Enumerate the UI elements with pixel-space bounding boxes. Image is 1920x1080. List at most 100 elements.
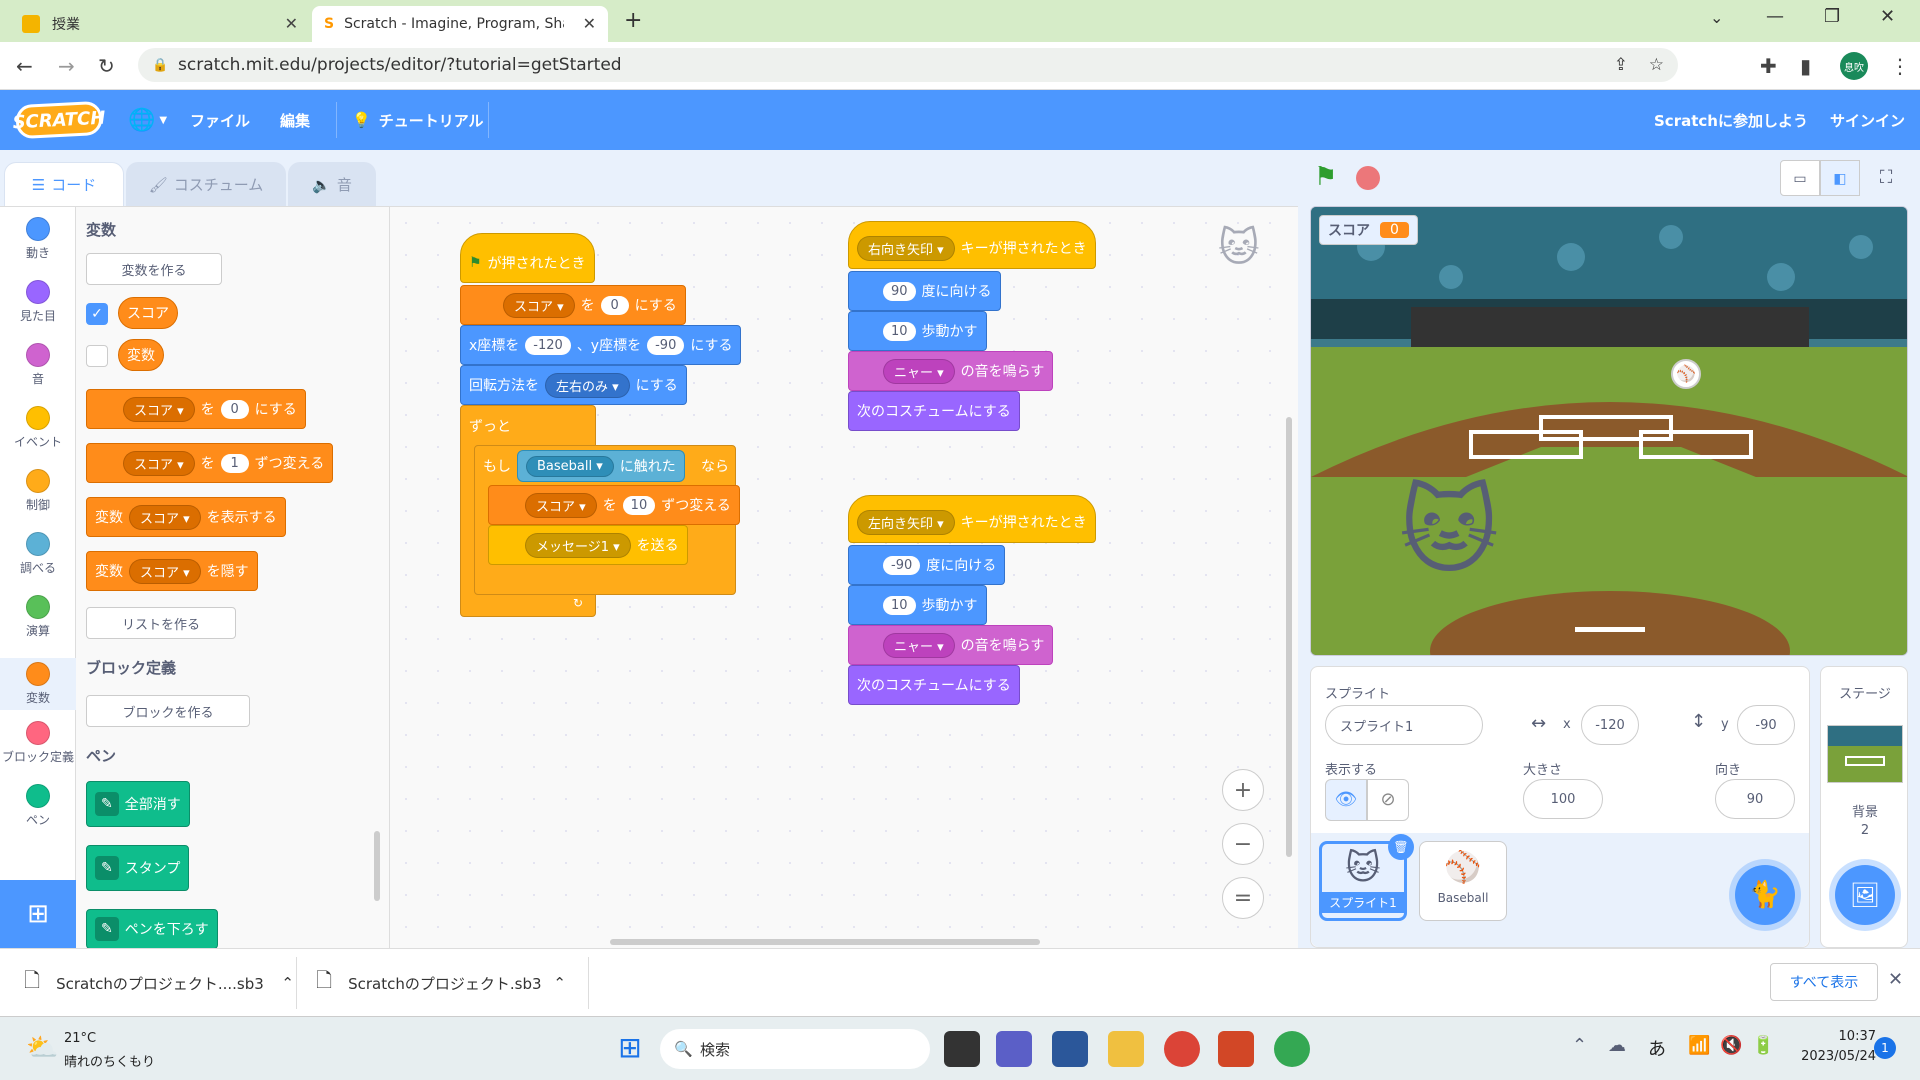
category-5[interactable]: 調べる (0, 532, 76, 576)
category-6[interactable]: 演算 (0, 595, 76, 639)
next-costume-block[interactable]: 次のコスチュームにする (848, 391, 1020, 431)
category-8[interactable]: ブロック定義 (0, 721, 76, 765)
when-flag-clicked-block[interactable]: ⚑ が押されたとき (460, 233, 595, 283)
category-2[interactable]: 音 (0, 343, 76, 387)
clock-time[interactable]: 10:37 (1796, 1029, 1876, 1044)
signin-link[interactable]: サインイン (1830, 90, 1905, 150)
sprite-thumb-cat[interactable]: 🐱 スプライト1 🗑 (1319, 834, 1414, 921)
file-menu[interactable]: ファイル (190, 90, 250, 150)
start-icon[interactable]: ⊞ (612, 1031, 648, 1067)
when-key-pressed-block[interactable]: 左向き矢印 ▾ キーが押されたとき (848, 495, 1096, 543)
tab-search-icon[interactable]: ⌄ (1710, 8, 1723, 27)
steps-input[interactable]: 10 (883, 595, 916, 615)
x-input[interactable]: -120 (525, 335, 571, 355)
taskbar-search[interactable]: 🔍 検索 (660, 1029, 930, 1069)
share-icon[interactable]: ⇪ (1614, 55, 1628, 75)
make-block-button[interactable]: ブロックを作る (86, 695, 250, 727)
baseball-sprite[interactable]: ⚾ (1671, 359, 1701, 389)
chevron-up-icon[interactable]: ⌃ (553, 974, 566, 992)
direction-input[interactable]: 90 (883, 281, 916, 301)
tab-sound[interactable]: 🔈 音 (288, 162, 376, 206)
new-tab-button[interactable]: + (624, 8, 642, 33)
extensions-icon[interactable]: ✚ (1760, 54, 1777, 78)
green-flag-icon[interactable]: ⚑ (1314, 162, 1337, 192)
category-7[interactable]: 変数 (0, 658, 76, 710)
browser-tab-scratch[interactable]: S Scratch - Imagine, Program, Shar ✕ (312, 6, 608, 42)
show-variable-block[interactable]: 変数 スコア ▾ を表示する (86, 497, 286, 537)
address-bar[interactable]: 🔒 scratch.mit.edu/projects/editor/?tutor… (138, 48, 1678, 82)
value-input[interactable]: 0 (600, 295, 629, 315)
ime-indicator[interactable]: あ (1648, 1035, 1666, 1061)
edit-menu[interactable]: 編集 (280, 90, 310, 150)
hide-eye-icon[interactable]: ⊘ (1367, 779, 1409, 821)
zoom-reset-button[interactable]: = (1222, 877, 1264, 919)
script-workspace[interactable]: ⚑ が押されたとき スコア ▾ を 0 にする x座標を -120 、y座標を -90 にする … (390, 206, 1298, 948)
tab-costume[interactable]: 🖌 コスチューム (126, 162, 286, 206)
close-downloads-icon[interactable]: ✕ (1888, 969, 1903, 990)
direction-input[interactable]: 90 (1715, 779, 1795, 819)
close-tab-icon[interactable]: ✕ (583, 14, 596, 33)
forward-icon[interactable]: → (58, 54, 75, 78)
y-input[interactable]: -90 (647, 335, 685, 355)
when-key-pressed-block[interactable]: 右向き矢印 ▾ キーが押されたとき (848, 221, 1096, 269)
chrome-profile-icon[interactable] (1274, 1031, 1310, 1067)
x-input[interactable]: -120 (1581, 705, 1639, 745)
set-variable-block[interactable]: スコア ▾ を 0 にする (86, 389, 306, 429)
move-steps-block[interactable]: 10 歩動かす (848, 585, 987, 625)
battery-icon[interactable]: 🔋 (1752, 1035, 1774, 1056)
wifi-icon[interactable]: 📶 (1688, 1035, 1710, 1056)
maximize-icon[interactable]: ❐ (1824, 6, 1840, 27)
fullscreen-icon[interactable]: ⛶ (1866, 160, 1906, 196)
point-direction-block[interactable]: -90 度に向ける (848, 545, 1006, 585)
add-extension-button[interactable]: ⊞ (0, 880, 76, 948)
back-icon[interactable]: ← (16, 54, 33, 78)
value-input[interactable]: 10 (622, 495, 656, 515)
stop-icon[interactable] (1356, 166, 1380, 190)
variable-dropdown[interactable]: スコア ▾ (129, 558, 201, 584)
rotation-dropdown[interactable]: 左右のみ ▾ (545, 372, 630, 398)
chrome-icon[interactable] (1164, 1031, 1200, 1067)
profile-avatar[interactable]: 息吹 (1840, 52, 1868, 80)
sound-dropdown[interactable]: ニャー ▾ (883, 358, 955, 384)
make-variable-button[interactable]: 変数を作る (86, 253, 222, 285)
weather-icon[interactable]: ⛅ (26, 1033, 58, 1063)
file-explorer-icon[interactable] (1108, 1031, 1144, 1067)
powerpoint-icon[interactable] (1218, 1031, 1254, 1067)
pen-clear-block[interactable]: ✎ 全部消す (86, 781, 190, 827)
task-view-icon[interactable] (944, 1031, 980, 1067)
chat-icon[interactable] (996, 1031, 1032, 1067)
zoom-in-button[interactable]: + (1222, 769, 1264, 811)
chevron-up-icon[interactable]: ⌃ (281, 974, 294, 992)
change-variable-block[interactable]: スコア ▾ を 10 ずつ変える (488, 485, 740, 525)
variable-reporter-score[interactable]: スコア (118, 297, 178, 329)
minimize-icon[interactable]: — (1766, 6, 1784, 27)
touching-dropdown[interactable]: Baseball ▾ (526, 455, 614, 477)
join-scratch-link[interactable]: Scratchに参加しよう (1654, 90, 1808, 150)
message-dropdown[interactable]: メッセージ1 ▾ (525, 532, 631, 558)
show-all-button[interactable]: すべて表示 (1770, 963, 1878, 1001)
score-monitor[interactable]: スコア 0 (1319, 215, 1418, 245)
value-input[interactable]: 0 (220, 399, 249, 419)
bookmark-star-icon[interactable]: ☆ (1649, 55, 1664, 75)
reload-icon[interactable]: ↻ (98, 54, 115, 78)
hensu-checkbox[interactable] (86, 345, 108, 367)
point-direction-block[interactable]: 90 度に向ける (848, 271, 1001, 311)
broadcast-block[interactable]: メッセージ1 ▾ を送る (488, 525, 688, 565)
palette-scrollbar[interactable] (374, 831, 380, 901)
category-1[interactable]: 見た目 (0, 280, 76, 324)
variable-dropdown[interactable]: スコア ▾ (129, 504, 201, 530)
add-sprite-button[interactable]: 🐈 (1735, 865, 1795, 925)
score-checkbox[interactable]: ✓ (86, 303, 108, 325)
category-9[interactable]: ペン (0, 784, 76, 828)
window-close-icon[interactable]: ✕ (1880, 6, 1895, 27)
category-3[interactable]: イベント (0, 406, 76, 450)
variable-dropdown[interactable]: スコア ▾ (503, 292, 575, 318)
sprite-name-input[interactable]: スプライト1 (1325, 705, 1483, 745)
cat-sprite[interactable]: 🐱 (1399, 475, 1499, 587)
goto-xy-block[interactable]: x座標を -120 、y座標を -90 にする (460, 325, 742, 365)
pen-down-block[interactable]: ✎ ペンを下ろす (86, 909, 218, 949)
menu-dots-icon[interactable]: ⋮ (1890, 54, 1910, 78)
key-dropdown[interactable]: 左向き矢印 ▾ (857, 509, 955, 535)
workspace-v-scrollbar[interactable] (1286, 417, 1292, 857)
variable-dropdown[interactable]: スコア ▾ (123, 450, 195, 476)
